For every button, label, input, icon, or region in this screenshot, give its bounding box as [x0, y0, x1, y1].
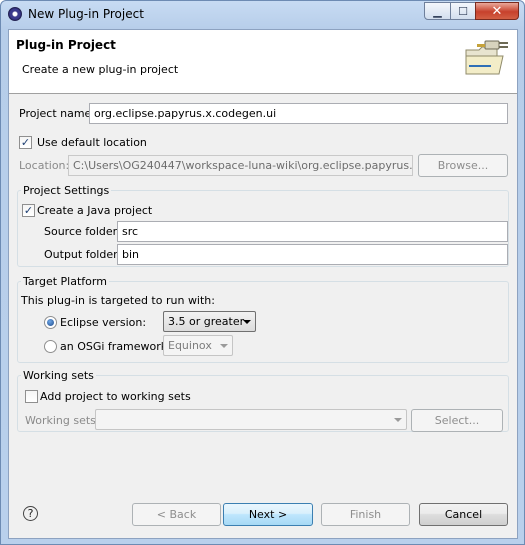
project-name-label: Project name: [19, 107, 96, 120]
osgi-framework-value: Equinox [168, 339, 212, 352]
create-java-project-label: Create a Java project [37, 204, 153, 217]
source-folder-label: Source folder: [44, 225, 121, 238]
project-name-input[interactable]: org.eclipse.papyrus.x.codegen.ui [89, 103, 508, 124]
close-button[interactable]: ✕ [475, 2, 519, 20]
browse-button[interactable]: Browse... [418, 154, 508, 177]
osgi-framework-radio[interactable] [44, 340, 57, 353]
working-sets-label: Working sets: [25, 414, 100, 427]
chevron-down-icon [243, 320, 251, 324]
title-bar[interactable]: New Plug-in Project ▁ ☐ ✕ [1, 1, 524, 29]
dialog-client: Plug-in Project Create a new plug-in pro… [8, 29, 518, 539]
eclipse-icon [8, 7, 22, 21]
plugin-folder-icon [465, 40, 508, 75]
help-button[interactable]: ? [23, 506, 38, 521]
output-folder-input[interactable]: bin [117, 244, 508, 265]
target-platform-title: Target Platform [21, 275, 109, 288]
finish-button[interactable]: Finish [321, 503, 410, 526]
project-settings-title: Project Settings [21, 184, 112, 197]
osgi-framework-select[interactable]: Equinox [163, 335, 233, 356]
chevron-down-icon [220, 344, 228, 348]
minimize-icon: ▁ [433, 4, 442, 18]
output-folder-label: Output folder: [44, 248, 122, 261]
maximize-button[interactable]: ☐ [450, 2, 476, 20]
source-folder-input[interactable]: src [117, 221, 508, 242]
eclipse-version-label: Eclipse version: [60, 316, 147, 329]
wizard-description: Create a new plug-in project [22, 63, 179, 76]
chevron-down-icon [394, 418, 402, 422]
dialog-window: New Plug-in Project ▁ ☐ ✕ Plug-in Projec… [0, 0, 525, 545]
wizard-header: Plug-in Project Create a new plug-in pro… [9, 30, 517, 94]
use-default-location-checkbox[interactable]: ✓ [19, 136, 32, 149]
help-icon: ? [27, 507, 34, 520]
location-input[interactable]: C:\Users\OG240447\workspace-luna-wiki\or… [68, 155, 413, 176]
osgi-framework-label: an OSGi framework: [60, 340, 171, 353]
working-sets-title: Working sets [21, 369, 96, 382]
create-java-project-checkbox[interactable]: ✓ [22, 204, 35, 217]
eclipse-version-select[interactable]: 3.5 or greater [163, 311, 256, 332]
cancel-button[interactable]: Cancel [419, 503, 508, 526]
add-to-working-sets-checkbox[interactable] [25, 390, 38, 403]
select-working-sets-button[interactable]: Select... [411, 409, 503, 432]
working-sets-select[interactable] [95, 409, 407, 430]
wizard-title: Plug-in Project [16, 38, 116, 52]
close-icon: ✕ [491, 3, 503, 19]
minimize-button[interactable]: ▁ [424, 2, 451, 20]
target-platform-intro: This plug-in is targeted to run with: [21, 294, 215, 307]
window-title: New Plug-in Project [28, 7, 144, 21]
eclipse-version-radio[interactable] [44, 316, 57, 329]
use-default-location-label: Use default location [37, 136, 147, 149]
add-to-working-sets-label: Add project to working sets [40, 390, 191, 403]
maximize-icon: ☐ [458, 4, 468, 18]
eclipse-version-value: 3.5 or greater [168, 315, 245, 328]
next-button[interactable]: Next > [223, 503, 313, 526]
back-button[interactable]: < Back [132, 503, 221, 526]
location-label: Location: [19, 159, 70, 172]
